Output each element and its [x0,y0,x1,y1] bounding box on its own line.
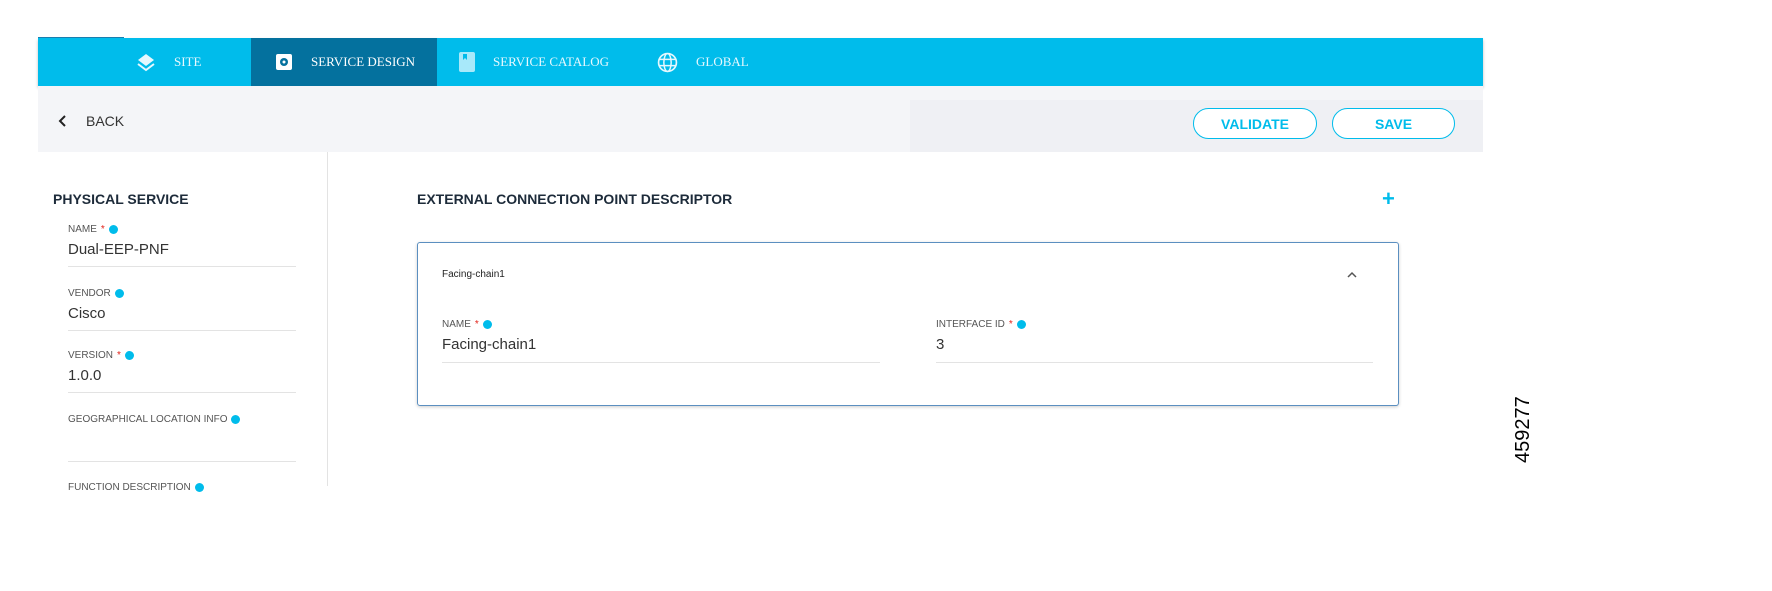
tab-site[interactable]: SITE [136,38,201,86]
field-label: VERSION [68,350,114,361]
layers-icon [137,54,155,72]
card-title: Facing-chain1 [442,269,505,280]
globe-icon [657,52,678,72]
validate-button[interactable]: VALIDATE [1193,108,1317,139]
chevron-up-icon [1347,271,1357,278]
version-field[interactable]: VERSION * 1.0.0 [68,350,296,410]
info-icon[interactable] [1016,320,1026,329]
required-mark: * [474,319,479,330]
top-nav: SITE SERVICE DESIGN SERVICE CATALOG GLOB… [38,38,1483,86]
info-icon[interactable] [194,483,204,492]
add-button[interactable]: + [1382,186,1395,212]
info-icon[interactable] [114,289,124,298]
back-label: BACK [86,113,125,129]
interface-id-value[interactable]: 3 [936,336,1373,353]
field-label: VENDOR [68,288,111,299]
sidebar-fields: NAME * Dual-EEP-PNF VENDOR Cisco VERSION *… [68,224,296,493]
cp-name-value[interactable]: Facing-chain1 [442,336,880,353]
tab-label: SERVICE CATALOG [493,54,610,69]
interface-id-field[interactable]: INTERFACE ID * 3 [936,319,1373,363]
chevron-left-icon [58,115,66,127]
cp-name-field[interactable]: NAME * Facing-chain1 [442,319,880,363]
vendor-field[interactable]: VENDOR Cisco [68,288,296,350]
info-icon[interactable] [108,225,118,234]
save-button[interactable]: SAVE [1332,108,1455,139]
field-label: GEOGRAPHICAL LOCATION INFO [68,414,228,425]
geo-location-field[interactable]: GEOGRAPHICAL LOCATION INFO [68,414,296,476]
info-icon[interactable] [124,351,134,360]
tab-label: SITE [174,54,202,69]
info-icon[interactable] [482,320,492,329]
tab-service-design[interactable]: SERVICE DESIGN [251,38,437,86]
geo-location-value[interactable] [68,431,296,451]
field-label: NAME [68,224,97,235]
section-title: EXTERNAL CONNECTION POINT DESCRIPTOR [417,191,733,207]
connection-point-card: Facing-chain1 NAME * Facing-chain1 INTERF… [417,242,1399,406]
function-description-field[interactable]: FUNCTION DESCRIPTION [68,482,296,493]
field-label: NAME [442,319,471,330]
figure-number: 459277 [1512,396,1534,463]
bookmark-icon [459,52,475,72]
sidebar-title: PHYSICAL SERVICE [53,191,189,207]
version-value[interactable]: 1.0.0 [68,367,296,384]
info-icon[interactable] [231,415,241,424]
name-value[interactable]: Dual-EEP-PNF [68,241,296,258]
tab-label: GLOBAL [696,54,749,69]
collapse-button[interactable] [1346,267,1358,285]
vendor-value[interactable]: Cisco [68,305,296,322]
panel-divider [327,152,328,486]
back-button[interactable]: BACK [58,113,124,129]
tab-service-catalog[interactable]: SERVICE CATALOG [459,38,609,86]
name-field[interactable]: NAME * Dual-EEP-PNF [68,224,296,288]
required-mark: * [117,350,121,361]
tab-global[interactable]: GLOBAL [657,38,749,86]
field-label: INTERFACE ID [936,319,1005,330]
required-mark: * [100,224,105,235]
gear-icon [276,54,292,70]
field-label: FUNCTION DESCRIPTION [68,482,191,493]
required-mark: * [1008,319,1013,330]
tab-label: SERVICE DESIGN [311,54,416,69]
